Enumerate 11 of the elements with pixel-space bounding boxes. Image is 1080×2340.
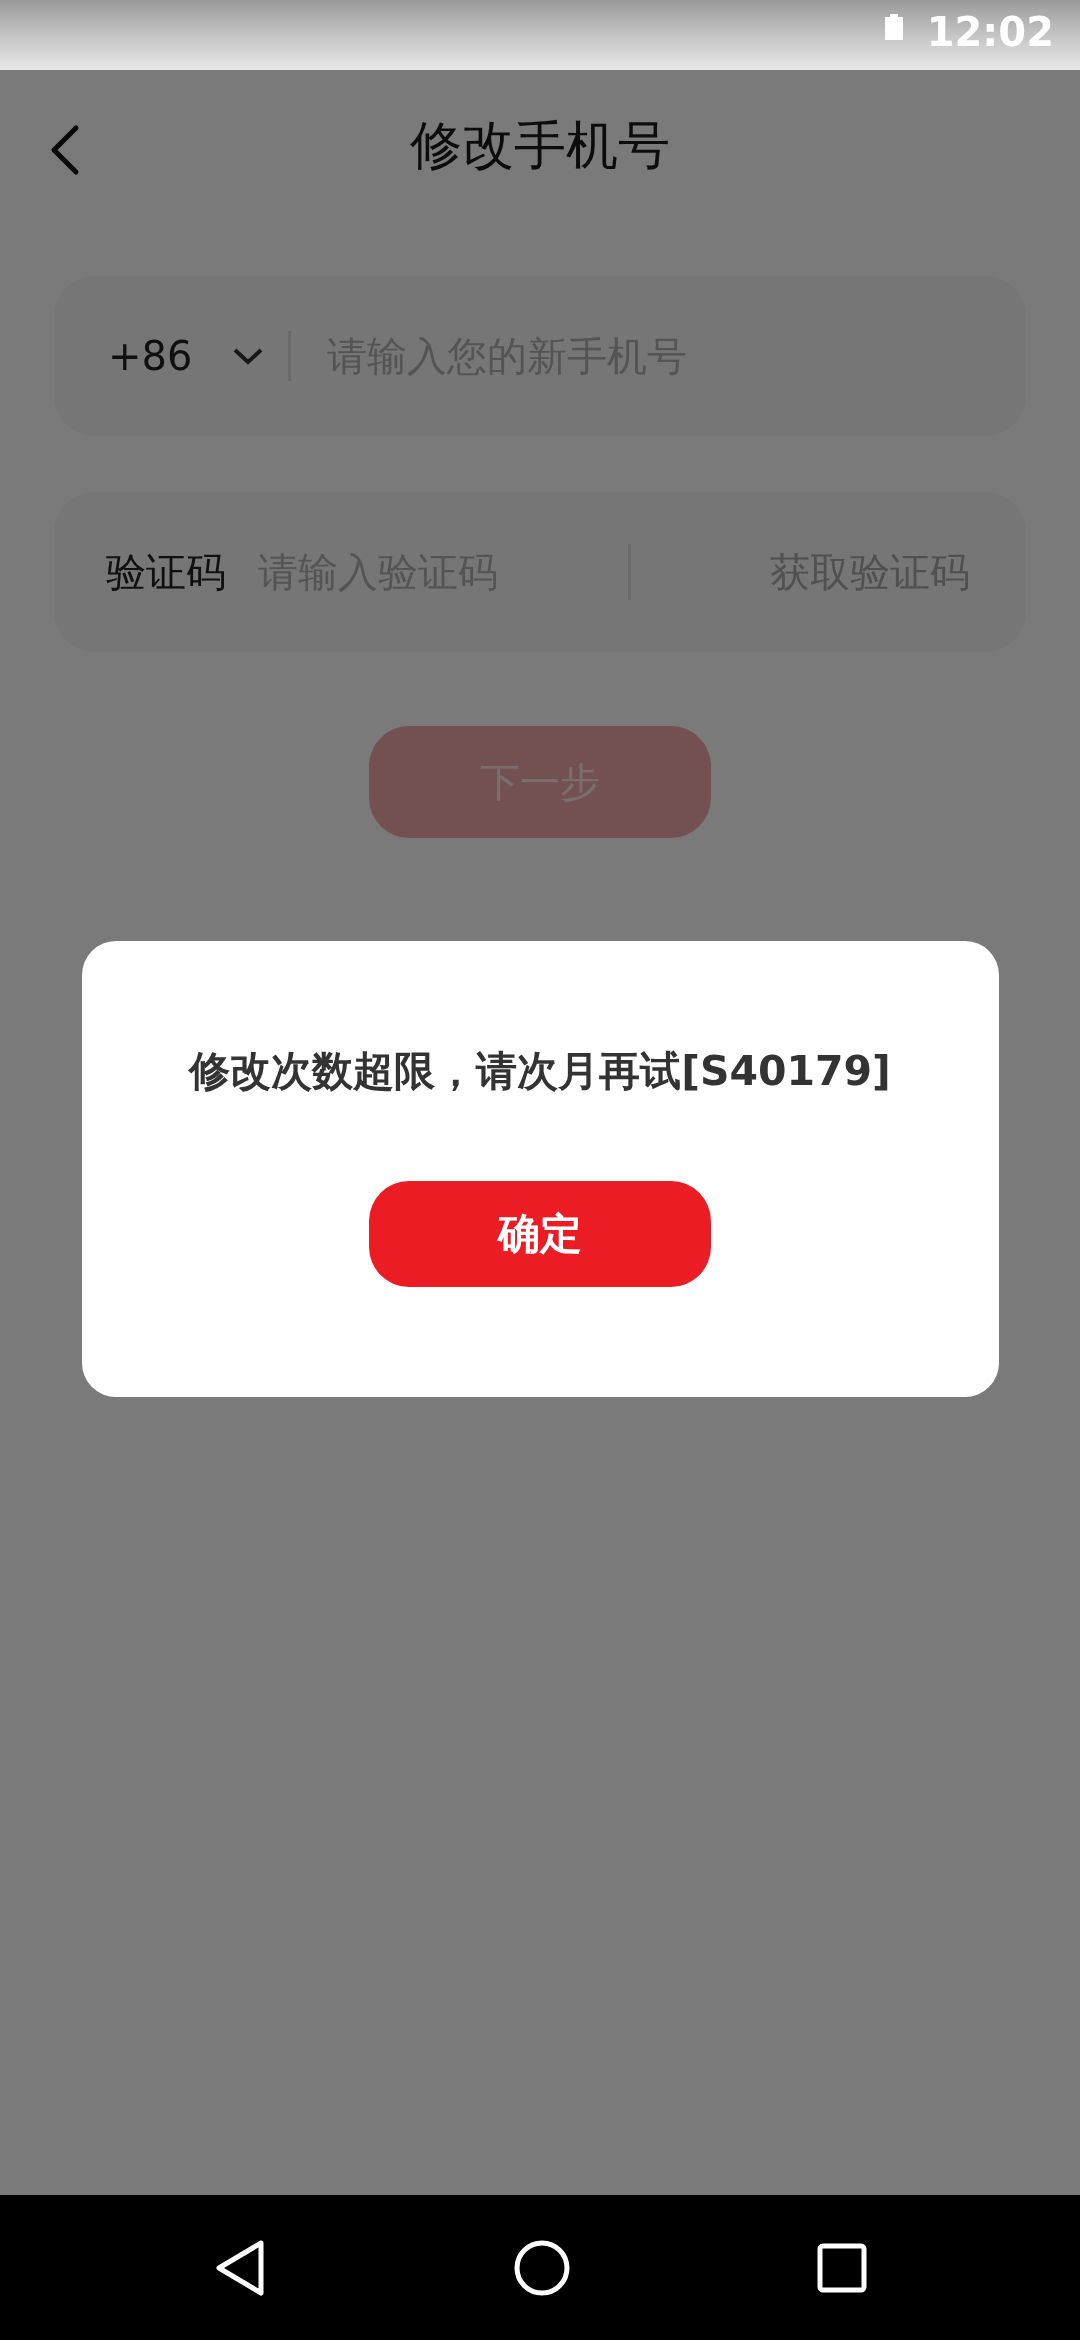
back-nav-icon[interactable] [213,2238,267,2297]
home-nav-icon[interactable] [513,2238,571,2297]
status-time: 12:02 [926,12,1054,52]
chevron-down-icon[interactable] [232,346,265,366]
country-code[interactable]: +86 [108,326,193,386]
battery-icon [882,14,905,40]
code-label: 验证码 [106,548,226,597]
page-title: 修改手机号 [410,114,670,177]
confirm-button[interactable]: 确定 [369,1180,711,1287]
dialog-message: 修改次数超限，请次月再试[S40179] [189,1046,891,1097]
recents-nav-icon[interactable] [817,2242,867,2293]
